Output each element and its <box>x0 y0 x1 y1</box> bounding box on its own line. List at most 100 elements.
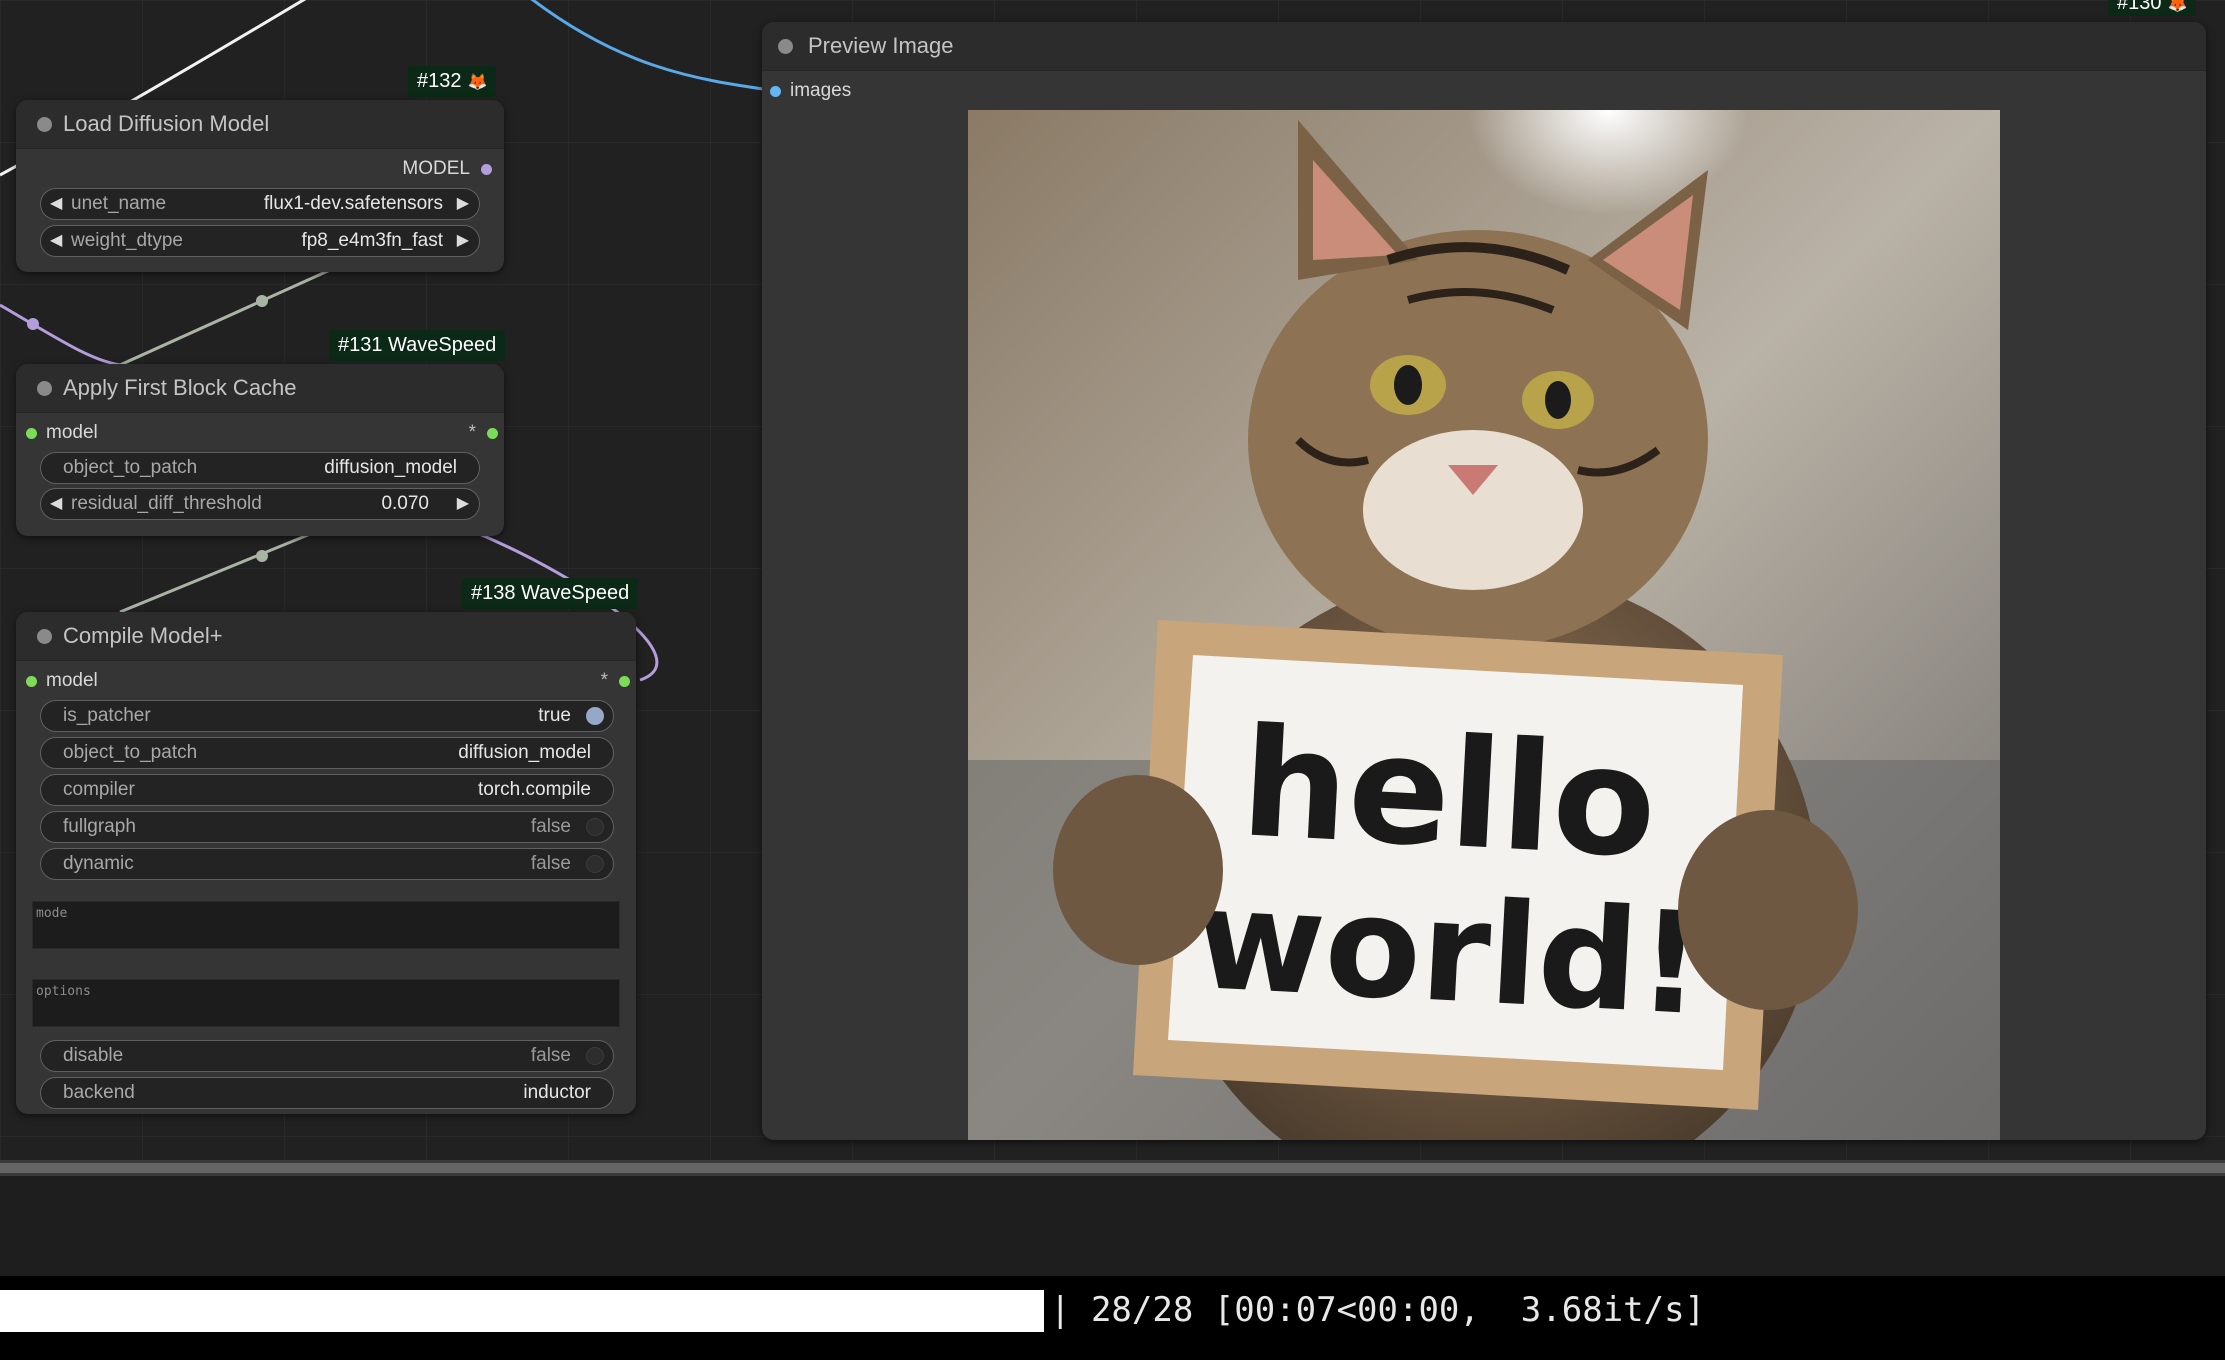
widget-value: true <box>538 705 571 726</box>
input-slot-images[interactable]: images <box>770 78 851 104</box>
input-dot-icon[interactable] <box>26 676 37 687</box>
options-textarea[interactable]: options <box>32 979 620 1027</box>
unet-name-combo[interactable]: ◀ unet_name flux1-dev.safetensors ▶ <box>40 188 480 220</box>
decrement-arrow-icon[interactable]: ◀ <box>50 489 62 519</box>
reroute-dot-2 <box>256 295 268 307</box>
output-dot-icon[interactable] <box>487 428 498 439</box>
node-id-text: #131 WaveSpeed <box>338 334 497 356</box>
widget-value: flux1-dev.safetensors <box>263 193 443 214</box>
textarea-placeholder: options <box>36 984 91 999</box>
textarea-placeholder: mode <box>36 906 68 921</box>
input-dot-icon[interactable] <box>770 86 781 97</box>
input-slot-model[interactable]: model <box>26 420 98 446</box>
link-preview-images <box>530 0 778 93</box>
is-patcher-toggle[interactable]: is_patcher true <box>40 700 614 732</box>
collapse-dot-icon[interactable] <box>37 381 52 396</box>
node-id-badge-132: #132 🦊 <box>408 66 497 97</box>
backend-field[interactable]: backend inductor <box>40 1077 614 1109</box>
output-dot-icon[interactable] <box>481 164 492 175</box>
widget-value: diffusion_model <box>458 742 591 763</box>
increment-arrow-icon[interactable]: ▶ <box>457 189 469 219</box>
widget-label: disable <box>63 1045 124 1066</box>
input-label: images <box>790 80 852 101</box>
object-to-patch-field[interactable]: object_to_patch diffusion_model <box>40 452 480 484</box>
object-to-patch-field[interactable]: object_to_patch diffusion_model <box>40 737 614 769</box>
node-title: Compile Model+ <box>63 623 223 648</box>
load-diffusion-model-node[interactable]: Load Diffusion Model MODEL ◀ unet_name f… <box>16 100 504 272</box>
node-title-bar[interactable]: Preview Image <box>762 22 2206 71</box>
toggle-off-icon[interactable] <box>586 1047 604 1065</box>
widget-value: inductor <box>523 1082 591 1103</box>
generated-image-cat-with-sign[interactable]: hello world! <box>968 110 2000 1140</box>
collapse-dot-icon[interactable] <box>778 39 793 54</box>
widget-value: false <box>530 853 571 874</box>
increment-arrow-icon[interactable]: ▶ <box>457 226 469 256</box>
cat-muzzle <box>1363 430 1583 590</box>
toggle-off-icon[interactable] <box>586 855 604 873</box>
output-label: * <box>468 422 476 443</box>
node-id-badge-130: #130 🦊 <box>2108 0 2197 16</box>
compiler-field[interactable]: compiler torch.compile <box>40 774 614 806</box>
link-model-to-cache <box>0 303 121 367</box>
increment-arrow-icon[interactable]: ▶ <box>457 489 469 519</box>
output-slot-any[interactable]: * <box>469 420 498 446</box>
node-title: Apply First Block Cache <box>63 375 297 400</box>
apply-first-block-cache-node[interactable]: Apply First Block Cache model * object_t… <box>16 364 504 536</box>
toggle-off-icon[interactable] <box>586 818 604 836</box>
cat-left-paw <box>1053 775 1223 965</box>
widget-label: compiler <box>63 779 135 800</box>
widget-label: weight_dtype <box>71 230 183 251</box>
node-id-text: #130 <box>2117 0 2162 14</box>
widget-label: is_patcher <box>63 705 151 726</box>
console-output-area: | 28/28 [00:07<00:00, 3.68it/s] <box>0 1160 2225 1360</box>
output-label: MODEL <box>402 158 470 179</box>
link-cache-to-compile <box>119 528 321 614</box>
node-title-bar[interactable]: Apply First Block Cache <box>16 364 504 413</box>
disable-toggle[interactable]: disable false <box>40 1040 614 1072</box>
node-id-text: #138 WaveSpeed <box>471 582 630 604</box>
console-progress-strip: | 28/28 [00:07<00:00, 3.68it/s] <box>0 1276 2225 1360</box>
node-id-badge-131: #131 WaveSpeed <box>329 330 506 361</box>
toggle-on-icon[interactable] <box>586 707 604 725</box>
widget-value: diffusion_model <box>324 457 457 478</box>
output-slot-model[interactable]: MODEL <box>402 156 492 182</box>
input-label: model <box>46 670 98 691</box>
decrement-arrow-icon[interactable]: ◀ <box>50 226 62 256</box>
fox-icon: 🦊 <box>2167 0 2188 13</box>
node-title-bar[interactable]: Compile Model+ <box>16 612 636 661</box>
reroute-dot-1 <box>27 318 39 330</box>
scrollbar-thumb[interactable] <box>0 1163 2225 1173</box>
progress-bar-fill <box>0 1290 1044 1332</box>
link-model-lower <box>119 268 331 367</box>
widget-value: 0.070 <box>381 493 429 514</box>
widget-label: residual_diff_threshold <box>71 493 262 514</box>
node-id-badge-138: #138 WaveSpeed <box>462 578 639 609</box>
widget-value: torch.compile <box>478 779 591 800</box>
node-id-text: #132 <box>417 70 462 92</box>
mode-textarea[interactable]: mode <box>32 901 620 949</box>
node-title-bar[interactable]: Load Diffusion Model <box>16 100 504 149</box>
node-title: Preview Image <box>808 33 954 58</box>
horizontal-scrollbar[interactable] <box>0 1160 2225 1176</box>
progress-status-text: | 28/28 [00:07<00:00, 3.68it/s] <box>1050 1290 1706 1330</box>
collapse-dot-icon[interactable] <box>37 629 52 644</box>
output-label: * <box>600 670 608 691</box>
output-dot-icon[interactable] <box>619 676 630 687</box>
output-slot-any[interactable]: * <box>601 668 630 694</box>
input-dot-icon[interactable] <box>26 428 37 439</box>
compile-model-node[interactable]: Compile Model+ model * is_patcher true o… <box>16 612 636 1114</box>
widget-value: false <box>530 816 571 837</box>
fullgraph-toggle[interactable]: fullgraph false <box>40 811 614 843</box>
widget-value: false <box>530 1045 571 1066</box>
dynamic-toggle[interactable]: dynamic false <box>40 848 614 880</box>
fox-icon: 🦊 <box>467 74 488 91</box>
sign-text-line2: world! <box>1192 858 1706 1047</box>
widget-label: unet_name <box>71 193 167 214</box>
widget-value: fp8_e4m3fn_fast <box>301 230 443 251</box>
node-graph-canvas[interactable]: #132 🦊 Load Diffusion Model MODEL ◀ unet_… <box>0 0 2225 1160</box>
residual-diff-threshold-number[interactable]: ◀ residual_diff_threshold 0.070 ▶ <box>40 488 480 520</box>
input-slot-model[interactable]: model <box>26 668 98 694</box>
collapse-dot-icon[interactable] <box>37 117 52 132</box>
weight-dtype-combo[interactable]: ◀ weight_dtype fp8_e4m3fn_fast ▶ <box>40 225 480 257</box>
decrement-arrow-icon[interactable]: ◀ <box>50 189 62 219</box>
